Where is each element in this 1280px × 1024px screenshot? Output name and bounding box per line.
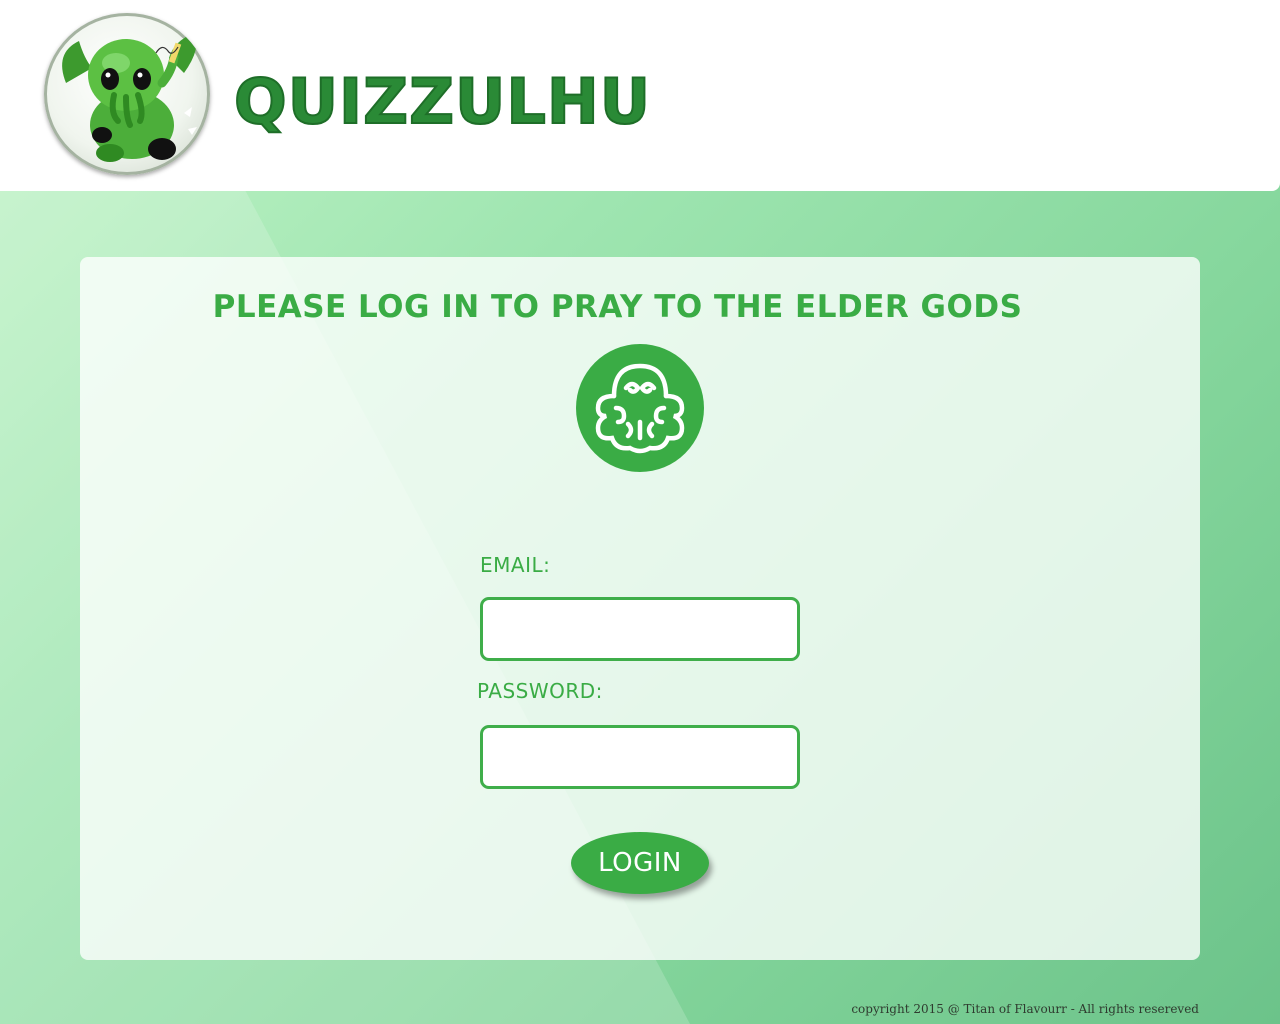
email-label: EMAIL: [480, 553, 551, 577]
login-panel: PLEASE LOG IN TO PRAY TO THE ELDER GODS … [80, 257, 1200, 960]
octopus-icon [576, 344, 704, 472]
login-heading: PLEASE LOG IN TO PRAY TO THE ELDER GODS [212, 289, 1023, 325]
brand-title: QUIZZULHU [233, 64, 652, 139]
password-field[interactable] [480, 725, 800, 789]
email-field[interactable] [480, 597, 800, 661]
password-label: PASSWORD: [477, 679, 603, 703]
cthulhu-mascot-icon[interactable] [44, 13, 210, 175]
login-button[interactable]: LOGIN [571, 832, 709, 894]
copyright-footer: copyright 2015 @ Titan of Flavourr - All… [851, 1002, 1199, 1016]
site-header: QUIZZULHU [0, 0, 1280, 191]
